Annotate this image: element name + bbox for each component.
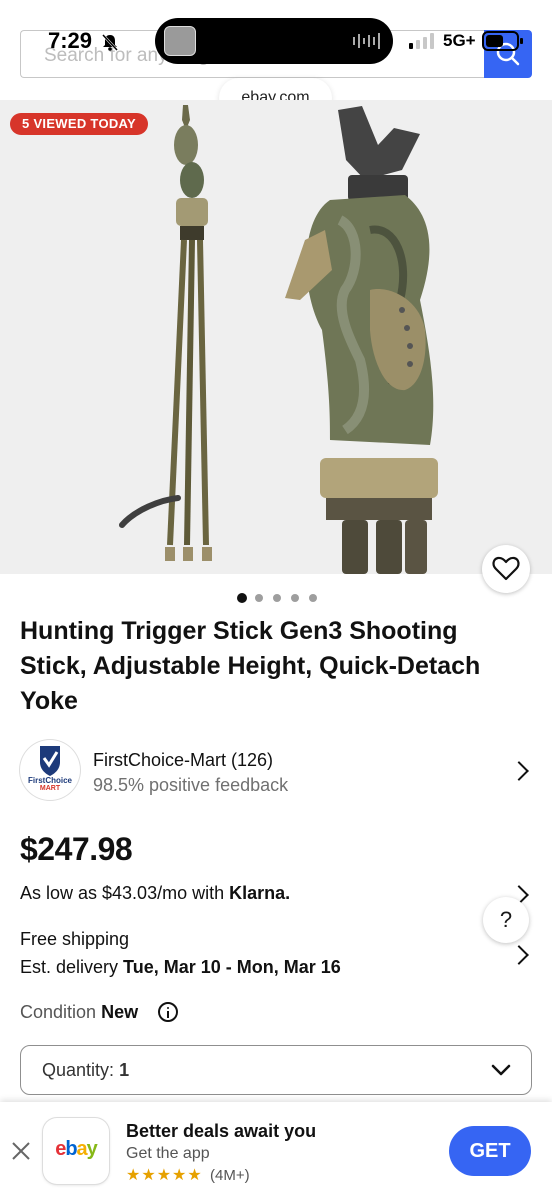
- shipping-chevron-icon[interactable]: [509, 945, 529, 965]
- banner-title: Better deals await you: [126, 1121, 317, 1141]
- carousel-dot[interactable]: [291, 594, 299, 602]
- klarna-logo: Klarna.: [229, 883, 291, 903]
- close-icon[interactable]: [10, 1140, 32, 1162]
- shipping-info: Free shipping: [20, 929, 130, 949]
- seller-chevron-icon[interactable]: [509, 761, 529, 781]
- product-title: Hunting Trigger Stick Gen3 Shooting Stic…: [20, 617, 481, 715]
- watchlist-button[interactable]: [482, 545, 530, 593]
- klarna-text: As low as $43.03/mo with: [20, 883, 230, 903]
- seller-feedback: 98.5% positive feedback: [93, 775, 289, 795]
- seller-logo[interactable]: FirstChoice MART: [20, 740, 80, 800]
- quantity-label: Quantity: 1: [42, 1060, 129, 1081]
- chevron-down-icon: [491, 1064, 511, 1076]
- rating-count: (4M+): [210, 1167, 250, 1184]
- condition-value: New: [101, 1002, 139, 1022]
- mute-bell-icon: [102, 34, 118, 51]
- carousel-dot[interactable]: [273, 594, 281, 602]
- banner-subtitle: Get the app: [126, 1145, 210, 1162]
- condition-label: Condition: [20, 1002, 97, 1022]
- carousel-dot[interactable]: [237, 593, 247, 603]
- now-playing-thumbnail: [164, 26, 196, 56]
- info-icon[interactable]: [158, 1002, 178, 1022]
- product-photo: [0, 100, 552, 574]
- carousel-dot[interactable]: [255, 594, 263, 602]
- price: $247.98: [20, 831, 133, 867]
- delivery-prefix: Est. delivery: [20, 957, 124, 977]
- delivery-dates: Tue, Mar 10 - Mon, Mar 16: [123, 957, 341, 977]
- ebay-app-icon[interactable]: ebay: [43, 1118, 109, 1184]
- viewed-today-badge: 5 VIEWED TODAY: [10, 113, 149, 135]
- seller-logo-text: FirstChoice: [27, 776, 72, 785]
- help-button[interactable]: ?: [483, 897, 529, 943]
- seller-logo-subtext: MART: [39, 785, 61, 792]
- signal-bars-icon: [409, 33, 434, 49]
- heart-icon: [492, 556, 520, 581]
- seller-name[interactable]: FirstChoice-Mart (126): [93, 750, 273, 771]
- carousel-dot[interactable]: [309, 594, 317, 602]
- audio-waveform-icon: [353, 33, 380, 49]
- quantity-label-text: Quantity:: [42, 1060, 115, 1080]
- condition: Condition New: [20, 1002, 138, 1023]
- rating-stars: ★★★★★: [126, 1167, 203, 1184]
- get-app-button[interactable]: GET: [449, 1126, 531, 1176]
- status-time: 7:29: [48, 28, 93, 53]
- quantity-value: 1: [119, 1060, 130, 1080]
- product-image[interactable]: [0, 100, 552, 574]
- delivery-estimate: Est. delivery Tue, Mar 10 - Mon, Mar 16: [20, 957, 341, 978]
- klarna-financing[interactable]: As low as $43.03/mo with Klarna.: [20, 883, 290, 904]
- ebay-logo: ebay: [55, 1138, 98, 1160]
- network-type: 5G+: [443, 31, 476, 50]
- battery-icon: [482, 31, 523, 51]
